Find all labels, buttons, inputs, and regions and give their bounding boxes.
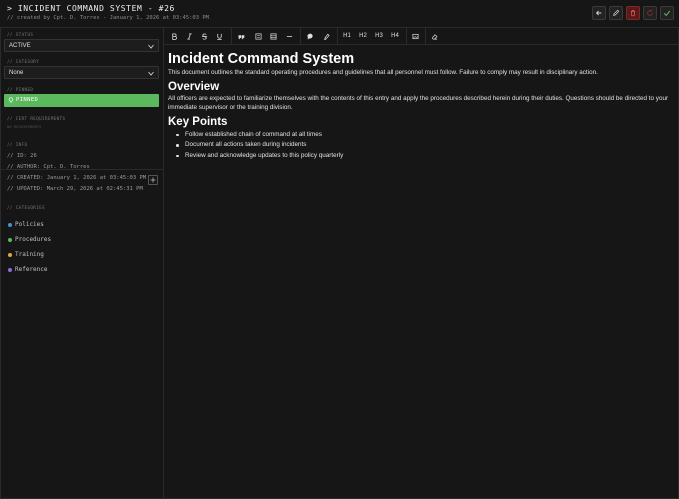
table-button[interactable] — [268, 30, 279, 42]
sidebar-item-label: Procedures — [15, 236, 52, 243]
pin-icon — [8, 97, 14, 103]
list-item: Review and acknowledge updates to this p… — [168, 151, 673, 162]
back-icon — [595, 10, 602, 16]
insert-image-button[interactable] — [410, 30, 421, 42]
overview-heading: Overview — [168, 80, 220, 93]
underline-button[interactable] — [214, 30, 225, 42]
toolbar-separator — [337, 28, 338, 45]
toolbar-separator — [425, 28, 426, 45]
category-dot — [8, 238, 12, 242]
save-button[interactable] — [660, 6, 674, 20]
toolbar-separator — [300, 28, 301, 45]
bold-icon — [172, 32, 177, 40]
sidebar-item-label: Training — [15, 251, 44, 258]
add-category-button[interactable] — [148, 175, 158, 185]
refresh-button[interactable] — [643, 6, 657, 20]
horizontal-rule-icon — [286, 35, 293, 37]
sidebar-divider — [0, 169, 164, 170]
table-icon — [270, 33, 277, 39]
italic-button[interactable] — [184, 30, 195, 42]
image-icon — [412, 33, 419, 39]
categories-label: // CATEGORIES — [7, 205, 45, 210]
pinned-value: PINNED — [16, 97, 39, 103]
chevron-down-icon — [148, 44, 154, 49]
pencil-icon — [613, 9, 620, 16]
info-updated: // UPDATED: March 29, 2026 at 02:45:31 P… — [7, 186, 143, 192]
document-editor[interactable]: Incident Command System This document ou… — [168, 50, 673, 161]
status-label: // STATUS — [7, 32, 34, 37]
info-label: // INFO — [7, 142, 28, 147]
pinned-toggle[interactable]: PINNED — [4, 94, 159, 107]
quote-icon — [238, 34, 245, 39]
horizontal-rule-button[interactable] — [284, 30, 295, 42]
quote-button[interactable] — [236, 30, 247, 42]
sidebar: // STATUS ACTIVE // CATEGORY None // PIN… — [0, 28, 164, 499]
sidebar-item-label: Policies — [15, 221, 44, 228]
heading-3-button[interactable]: H3 — [372, 30, 386, 42]
pinned-label: // PINNED — [7, 87, 34, 92]
toolbar-separator — [231, 28, 232, 45]
overview-text: All officers are expected to familiarize… — [168, 94, 669, 112]
code-block-icon — [255, 33, 262, 39]
highlighter-icon — [323, 33, 330, 40]
heading-4-button[interactable]: H4 — [388, 30, 402, 42]
trash-icon — [631, 10, 635, 17]
status-select[interactable]: ACTIVE — [4, 39, 159, 52]
editor-toolbar: H1 H2 H3 H4 — [164, 28, 679, 45]
refresh-icon — [647, 9, 653, 16]
comment-button[interactable] — [305, 30, 316, 42]
list-item: Document all actions taken during incide… — [168, 140, 673, 151]
info-id: // ID: 26 — [7, 153, 37, 159]
back-button[interactable] — [592, 6, 606, 20]
heading-2-button[interactable]: H2 — [356, 30, 370, 42]
document-title: Incident Command System — [168, 51, 355, 67]
page-title: > INCIDENT COMMAND SYSTEM - #26 — [7, 4, 175, 13]
page-header: > INCIDENT COMMAND SYSTEM - #26 // creat… — [0, 0, 679, 28]
category-value: None — [9, 70, 24, 76]
check-icon — [663, 10, 671, 17]
strikethrough-button[interactable] — [199, 30, 210, 42]
toolbar-separator — [406, 28, 407, 45]
cert-label: // CERT REQUIREMENTS — [7, 116, 66, 121]
document-intro: This document outlines the standard oper… — [168, 69, 598, 76]
category-dot — [8, 268, 12, 272]
delete-button[interactable] — [626, 6, 640, 20]
eraser-icon — [431, 33, 438, 39]
heading-1-button[interactable]: H1 — [340, 30, 354, 42]
underline-icon — [217, 33, 222, 40]
keypoints-heading: Key Points — [168, 115, 228, 128]
cert-value: NO REQUIREMENTS — [7, 124, 42, 129]
comment-icon — [307, 33, 313, 39]
category-select[interactable]: None — [4, 66, 159, 79]
category-label: // CATEGORY — [7, 59, 40, 64]
strikethrough-icon — [201, 33, 208, 40]
info-created: // CREATED: January 1, 2026 at 03:45:03 … — [7, 175, 147, 181]
clear-format-button[interactable] — [429, 30, 440, 42]
category-dot — [8, 253, 12, 257]
page-subtitle: // created by Cpt. D. Torres - January 1… — [7, 15, 209, 21]
plus-icon — [150, 177, 156, 183]
highlight-button[interactable] — [321, 30, 332, 42]
code-block-button[interactable] — [253, 30, 264, 42]
category-dot — [8, 223, 12, 227]
italic-icon — [187, 32, 192, 40]
status-value: ACTIVE — [9, 43, 31, 49]
sidebar-item-label: Reference — [15, 266, 48, 273]
chevron-down-icon — [148, 71, 154, 76]
list-item: Follow established chain of command at a… — [168, 130, 673, 141]
edit-button[interactable] — [609, 6, 623, 20]
bold-button[interactable] — [169, 30, 180, 42]
keypoints-list: Follow established chain of command at a… — [168, 130, 673, 162]
